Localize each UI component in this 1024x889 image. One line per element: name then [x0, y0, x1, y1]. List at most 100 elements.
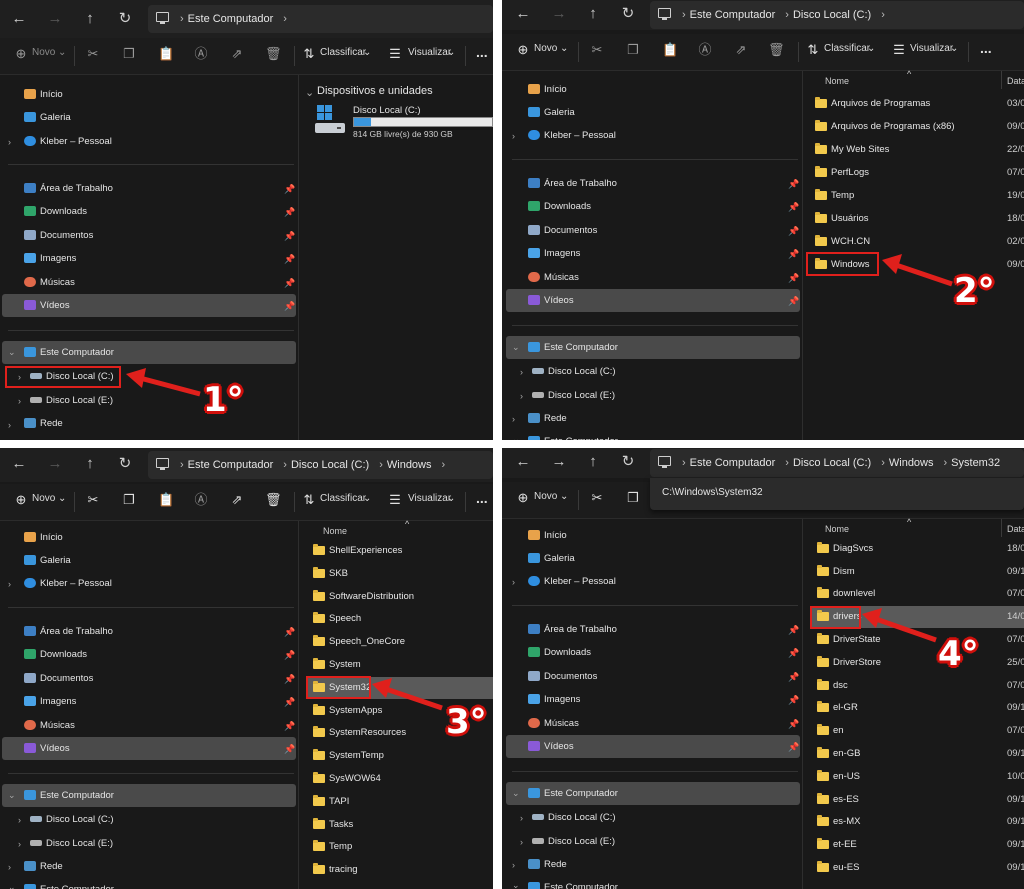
list-item[interactable]: et-EE 09/1	[817, 834, 1024, 856]
list-item[interactable]: SysWOW64	[313, 768, 493, 790]
view-button[interactable]: Visualizar	[408, 493, 451, 504]
pin-icon[interactable]: 📌	[788, 648, 799, 659]
chevron-right-icon[interactable]: ›	[18, 815, 21, 825]
chevron-right-icon[interactable]: ›	[512, 414, 515, 424]
back-icon[interactable]: ←	[10, 10, 28, 28]
column-header-name[interactable]: Nome	[323, 526, 347, 536]
refresh-icon[interactable]: ↻	[619, 5, 637, 23]
paste-icon[interactable]: 📋	[662, 43, 678, 57]
sidebar-item-images[interactable]: Imagens	[24, 247, 294, 270]
drive-tile-c[interactable]: Disco Local (C:) 814 GB livre(s) de 930 …	[311, 103, 493, 139]
list-item[interactable]: TAPI	[313, 791, 493, 813]
list-item[interactable]: eu-ES 09/1	[817, 857, 1024, 879]
back-icon[interactable]: ←	[514, 5, 532, 23]
chevron-right-icon[interactable]: ›	[8, 862, 11, 872]
sidebar-item-gallery[interactable]: Galeria	[24, 549, 294, 572]
sidebar-item-disk-e[interactable]: Disco Local (E:)	[532, 384, 796, 407]
chevron-right-icon[interactable]: ›	[8, 137, 11, 147]
sidebar-item-onedrive[interactable]: Kleber – Pessoal	[528, 570, 798, 593]
sidebar-item-videos[interactable]: Vídeos	[2, 294, 296, 317]
list-item[interactable]: Arquivos de Programas (x86) 09/0	[815, 116, 1024, 138]
address-bar[interactable]: › Este Computador › Disco Local (C:) › Window…	[650, 449, 1024, 477]
list-item[interactable]: SKB	[313, 563, 493, 585]
chevron-down-icon[interactable]: ⌄	[512, 788, 520, 799]
list-item[interactable]: Speech	[313, 608, 493, 630]
pin-icon[interactable]: 📌	[284, 697, 295, 708]
breadcrumb-this-pc[interactable]: Este Computador	[690, 457, 776, 469]
sort-button[interactable]: Classificar	[320, 493, 366, 504]
breadcrumb-system32[interactable]: System32	[951, 457, 1000, 469]
sidebar-item-home[interactable]: Início	[24, 526, 294, 549]
sidebar-item-desktop[interactable]: Área de Trabalho	[24, 177, 294, 200]
column-header-date[interactable]: Data	[1007, 76, 1024, 86]
more-options-button[interactable]: ...	[476, 44, 488, 60]
pin-icon[interactable]: 📌	[284, 721, 295, 732]
chevron-right-icon[interactable]: ›	[512, 860, 515, 870]
forward-icon[interactable]: →	[550, 453, 568, 471]
sidebar-item-gallery[interactable]: Galeria	[528, 101, 798, 124]
sidebar-item-network[interactable]: Rede	[528, 853, 798, 876]
copy-icon[interactable]: ❐	[122, 47, 136, 61]
sidebar-item-this-pc-2[interactable]: Este Computador	[528, 876, 798, 889]
sidebar-item-home[interactable]: Início	[528, 78, 798, 101]
pin-icon[interactable]: 📌	[284, 231, 295, 242]
sidebar-item-this-pc[interactable]: ⌄ Este Computador	[2, 784, 296, 807]
pin-icon[interactable]: 📌	[284, 278, 295, 289]
rename-icon[interactable]: Ⓐ	[194, 493, 208, 507]
paste-icon[interactable]: 📋	[158, 493, 174, 507]
list-item[interactable]: downlevel 07/0	[817, 583, 1024, 605]
pin-icon[interactable]: 📌	[284, 184, 295, 195]
chevron-down-icon[interactable]: ⌄	[512, 342, 520, 353]
pin-icon[interactable]: 📌	[788, 742, 799, 753]
sidebar-item-documents[interactable]: Documentos	[24, 667, 294, 690]
list-item[interactable]: Arquivos de Programas 03/0	[815, 93, 1024, 115]
sidebar-item-home[interactable]: Início	[528, 524, 798, 547]
view-button[interactable]: Visualizar	[408, 47, 451, 58]
list-item[interactable]: en-US 10/0	[817, 766, 1024, 788]
more-options-button[interactable]: ...	[980, 40, 992, 56]
share-icon[interactable]: ⇗	[230, 47, 244, 61]
sidebar-item-network[interactable]: Rede	[528, 407, 798, 430]
new-button[interactable]: Novo	[32, 493, 55, 504]
pin-icon[interactable]: 📌	[284, 674, 295, 685]
chevron-right-icon[interactable]: ›	[512, 577, 515, 587]
sidebar-item-images[interactable]: Imagens	[528, 242, 798, 265]
chevron-down-icon[interactable]: ⌄	[8, 347, 16, 358]
sidebar-item-documents[interactable]: Documentos	[24, 224, 294, 247]
pin-icon[interactable]: 📌	[284, 207, 295, 218]
chevron-right-icon[interactable]: ›	[8, 420, 11, 430]
chevron-down-icon[interactable]: ⌄	[512, 434, 520, 440]
list-item[interactable]: Tasks	[313, 814, 493, 836]
list-item[interactable]: DriverStore 25/0	[817, 652, 1024, 674]
sidebar-item-disk-c[interactable]: Disco Local (C:)	[532, 360, 796, 383]
list-item[interactable]: dsc 07/0	[817, 675, 1024, 697]
pin-icon[interactable]: 📌	[788, 226, 799, 237]
chevron-down-icon[interactable]: ⌄	[8, 790, 16, 801]
up-icon[interactable]: ↑	[81, 10, 99, 28]
pin-icon[interactable]: 📌	[284, 254, 295, 265]
breadcrumb-disk-c[interactable]: Disco Local (C:)	[793, 9, 871, 21]
back-icon[interactable]: ←	[514, 453, 532, 471]
pin-icon[interactable]: 📌	[788, 719, 799, 730]
refresh-icon[interactable]: ↻	[116, 10, 134, 28]
chevron-right-icon[interactable]: ›	[520, 813, 523, 823]
cut-icon[interactable]: ✂	[590, 43, 604, 57]
chevron-down-icon[interactable]: ⌄	[512, 880, 520, 889]
new-button[interactable]: Novo	[534, 43, 557, 54]
forward-icon[interactable]: →	[46, 455, 64, 473]
sidebar-item-disk-c[interactable]: Disco Local (C:)	[30, 808, 294, 831]
breadcrumb-disk-c[interactable]: Disco Local (C:)	[291, 459, 369, 471]
sidebar-item-downloads[interactable]: Downloads	[528, 195, 798, 218]
sidebar-item-network[interactable]: Rede	[24, 855, 294, 878]
sidebar-item-this-pc-2[interactable]: Este Computador	[24, 878, 294, 889]
sidebar-item-documents[interactable]: Documentos	[528, 665, 798, 688]
more-options-button[interactable]: ...	[476, 490, 488, 506]
list-item[interactable]: en 07/0	[817, 720, 1024, 742]
copy-icon[interactable]: ❐	[122, 493, 136, 507]
refresh-icon[interactable]: ↻	[619, 453, 637, 471]
sidebar-item-this-pc[interactable]: ⌄ Este Computador	[2, 341, 296, 364]
sort-button[interactable]: Classificar	[320, 47, 366, 58]
sidebar-item-videos[interactable]: Vídeos	[506, 735, 800, 758]
cut-icon[interactable]: ✂	[86, 47, 100, 61]
sidebar-item-desktop[interactable]: Área de Trabalho	[528, 172, 798, 195]
